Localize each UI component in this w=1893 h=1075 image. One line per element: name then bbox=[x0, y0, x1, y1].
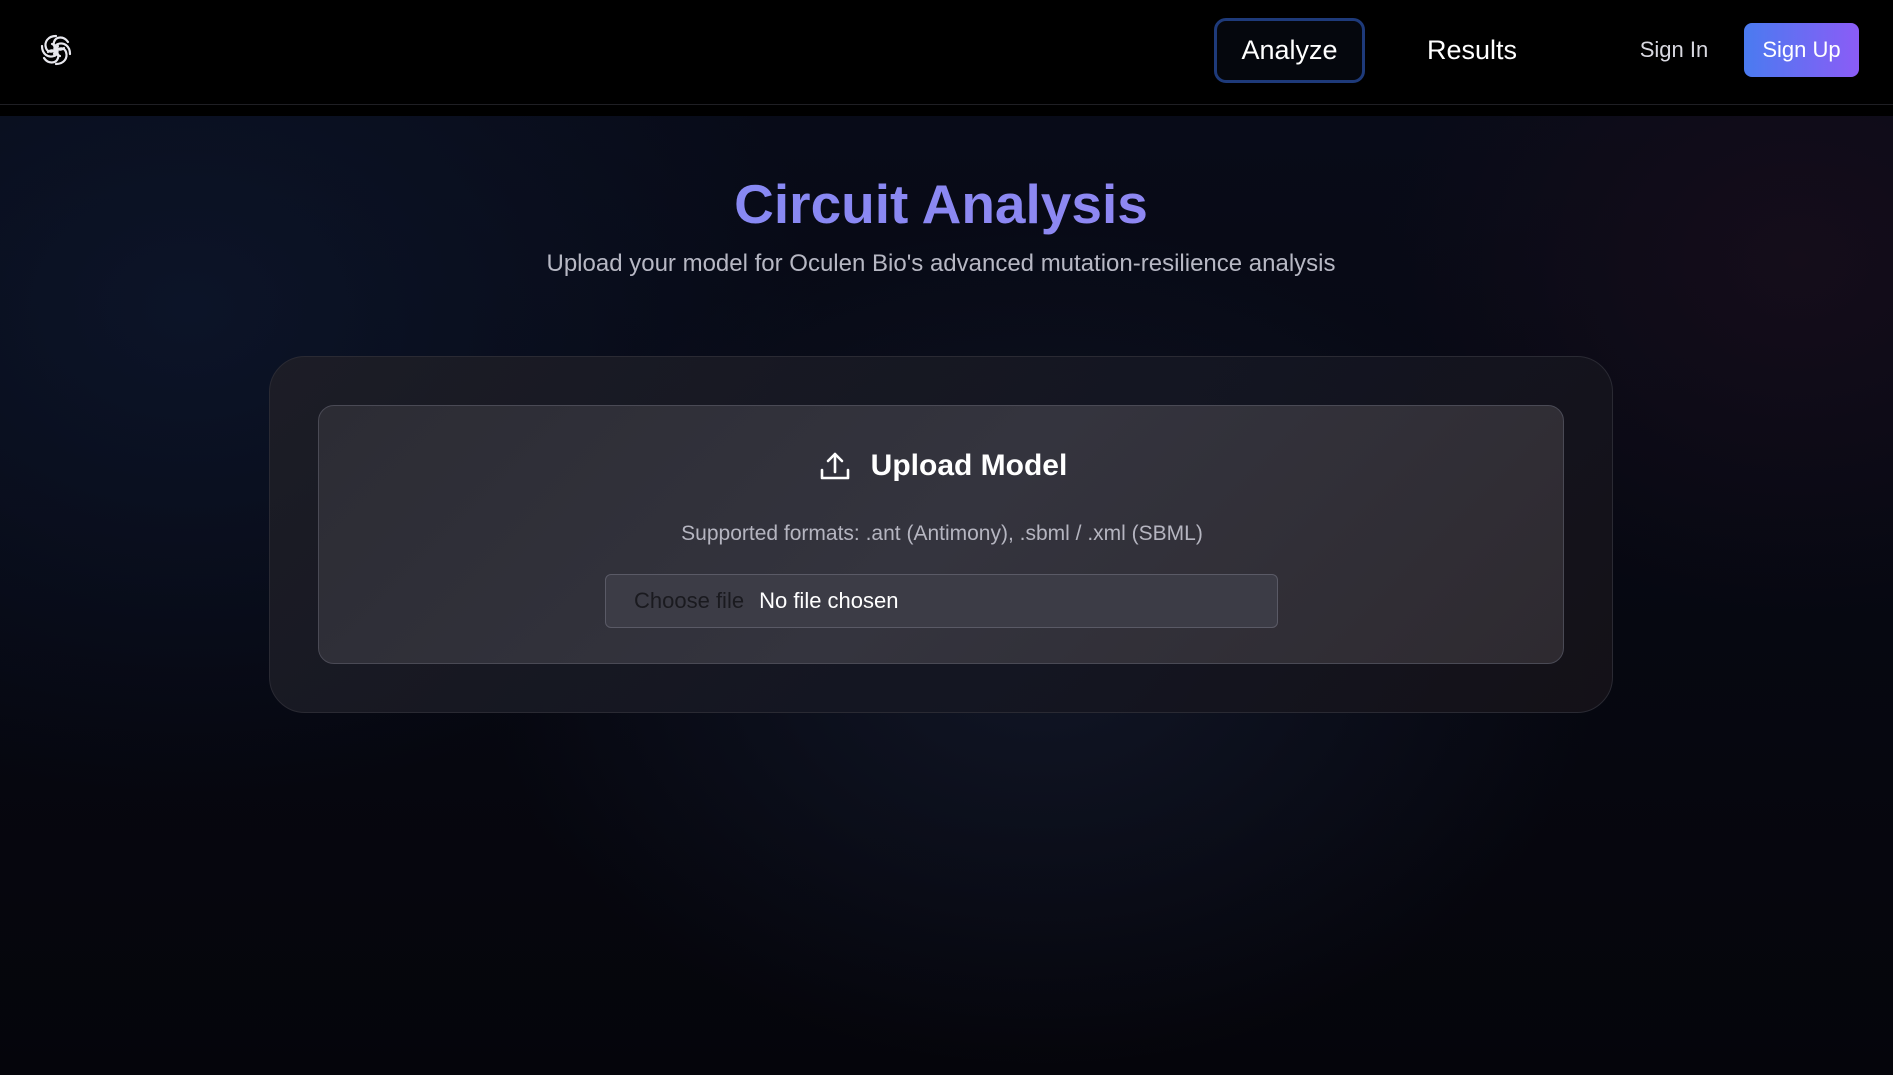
file-input[interactable]: Choose file No file chosen bbox=[605, 574, 1278, 628]
logo-icon[interactable] bbox=[36, 30, 76, 70]
upload-card: Upload Model Supported formats: .ant (An… bbox=[269, 356, 1613, 713]
choose-file-button[interactable]: Choose file bbox=[634, 588, 744, 614]
upload-panel: Upload Model Supported formats: .ant (An… bbox=[318, 405, 1564, 664]
tab-results[interactable]: Results bbox=[1412, 18, 1532, 83]
upload-title: Upload Model bbox=[870, 449, 1068, 482]
file-status-text: No file chosen bbox=[759, 588, 899, 613]
page-subtitle: Upload your model for Oculen Bio's advan… bbox=[546, 250, 1336, 277]
tab-analyze[interactable]: Analyze bbox=[1214, 18, 1365, 83]
tab-analyze-label: Analyze bbox=[1241, 35, 1338, 65]
sign-in-button[interactable]: Sign In bbox=[1628, 26, 1720, 74]
sign-up-button[interactable]: Sign Up bbox=[1744, 23, 1859, 77]
supported-formats-text: Supported formats: .ant (Antimony), .sbm… bbox=[681, 522, 1203, 545]
top-navbar: Analyze Results Sign In Sign Up bbox=[0, 0, 1893, 105]
page-title: Circuit Analysis bbox=[0, 172, 1882, 236]
upload-icon bbox=[817, 448, 853, 484]
tab-results-label: Results bbox=[1426, 35, 1518, 65]
upload-header: Upload Model bbox=[319, 446, 1565, 486]
main-content: Circuit Analysis Upload your model for O… bbox=[0, 116, 1893, 1075]
